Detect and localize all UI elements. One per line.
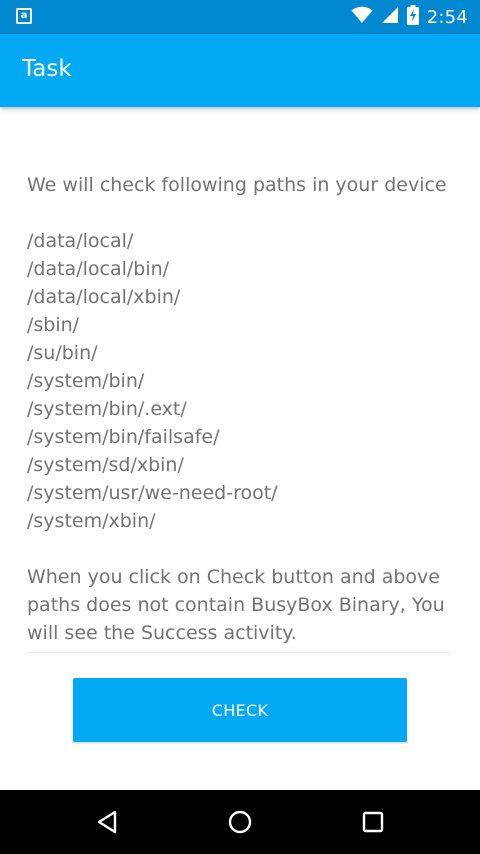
recents-icon[interactable] [351, 800, 395, 844]
path-item: /sbin/ [27, 314, 80, 336]
page-title: Task [22, 56, 72, 82]
home-icon[interactable] [218, 800, 262, 844]
status-bar: a 2:54 [0, 0, 480, 34]
notification-icon: a [16, 8, 32, 24]
path-item: /system/usr/we-need-root/ [27, 482, 278, 504]
wifi-icon [351, 6, 373, 28]
path-item: /system/sd/xbin/ [27, 454, 184, 476]
path-item: /system/bin/.ext/ [27, 398, 187, 420]
outro-text: When you click on Check button and above… [27, 566, 445, 644]
battery-charging-icon [406, 5, 419, 29]
back-icon[interactable] [85, 800, 129, 844]
content-area: We will check following paths in your de… [27, 171, 457, 647]
path-item: /system/xbin/ [27, 510, 156, 532]
path-item: /system/bin/ [27, 370, 145, 392]
check-button[interactable]: CHECK [73, 678, 407, 742]
status-time: 2:54 [426, 6, 468, 28]
status-icons: 2:54 [351, 0, 468, 34]
app-bar: Task [0, 34, 480, 107]
notification-icon-letter: a [20, 10, 28, 21]
path-item: /data/local/ [27, 230, 134, 252]
path-item: /system/bin/failsafe/ [27, 426, 220, 448]
intro-text: We will check following paths in your de… [27, 174, 447, 196]
signal-icon [381, 6, 399, 28]
path-item: /data/local/bin/ [27, 258, 170, 280]
paths-list: /data/local/ /data/local/bin/ /data/loca… [27, 227, 457, 535]
divider [27, 652, 451, 653]
path-item: /su/bin/ [27, 342, 98, 364]
navigation-bar [0, 790, 480, 854]
path-item: /data/local/xbin/ [27, 286, 181, 308]
